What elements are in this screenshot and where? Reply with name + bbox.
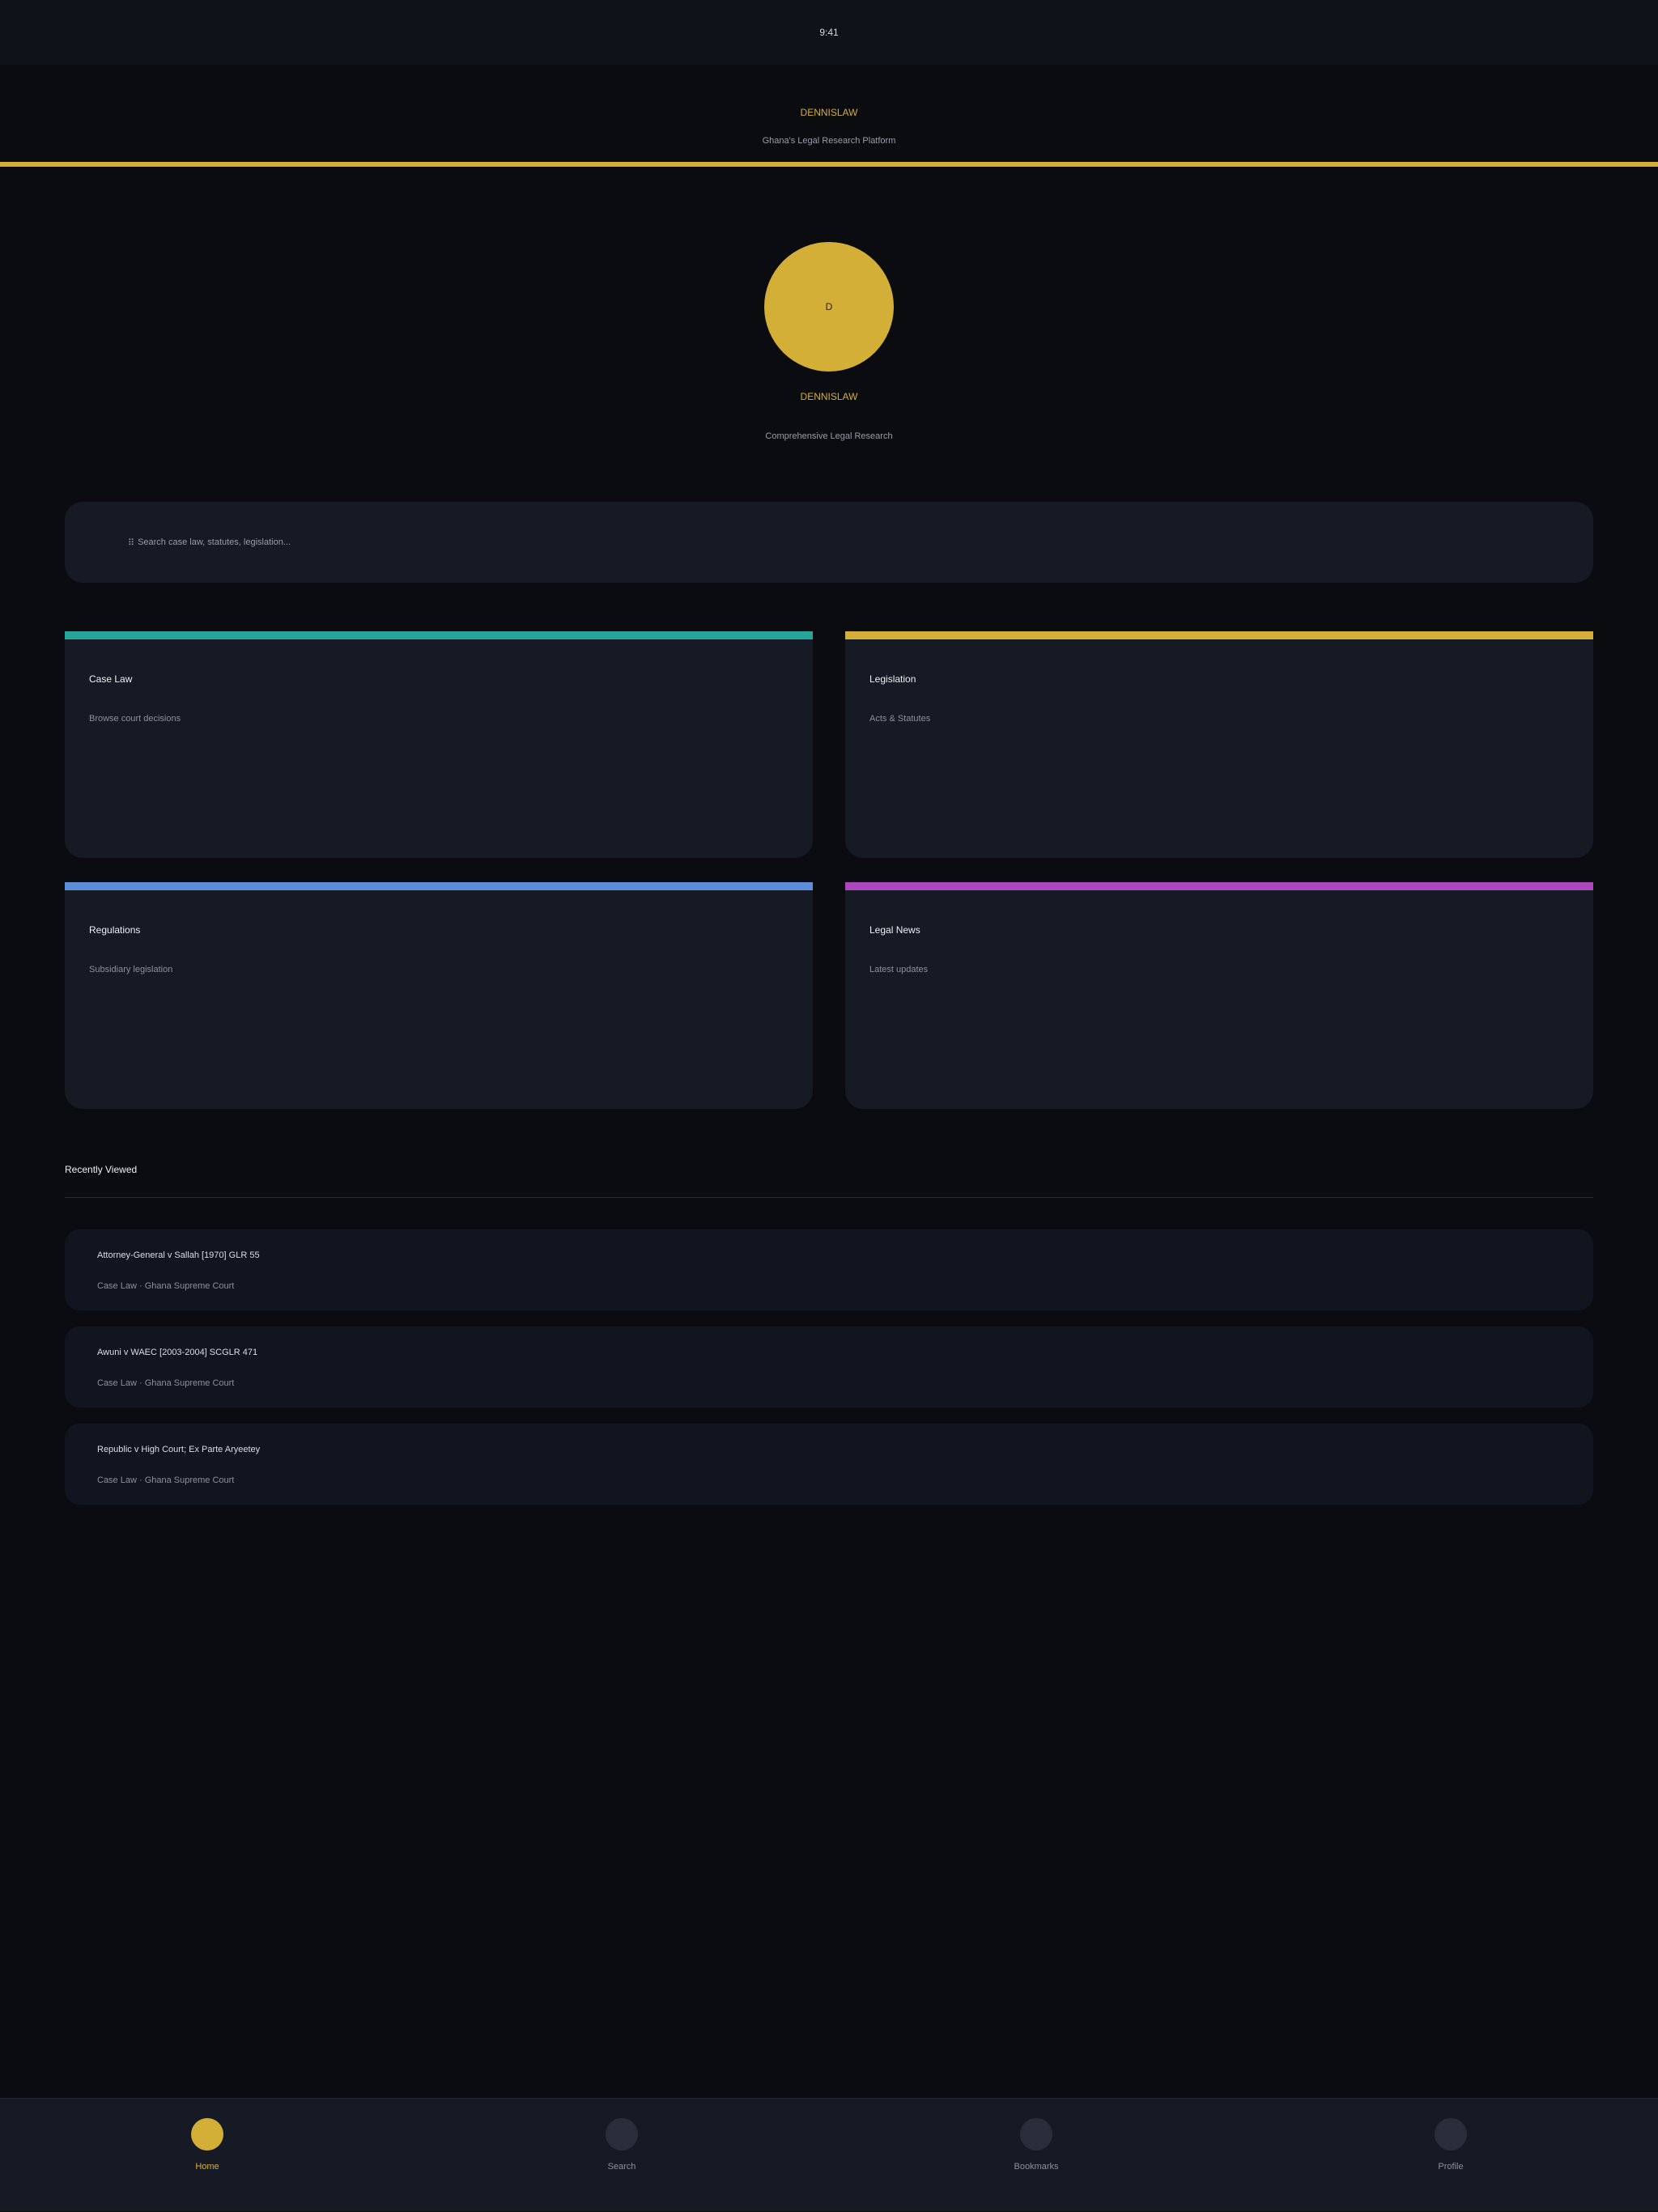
search-placeholder: Search case law, statutes, legislation..… (138, 537, 291, 547)
app-logo: D (764, 242, 894, 371)
tab-label: Profile (1438, 2162, 1464, 2172)
category-card-legislation[interactable]: Legislation Acts & Statutes (845, 631, 1593, 858)
card-accent-bar (65, 882, 813, 890)
tab-label: Search (607, 2162, 636, 2172)
category-card-case-law[interactable]: Case Law Browse court decisions (65, 631, 813, 858)
app-header: DENNISLAW Ghana's Legal Research Platfor… (0, 65, 1658, 162)
card-title: Legislation (869, 673, 916, 685)
tab-profile[interactable]: Profile (1370, 2099, 1532, 2212)
category-card-regulations[interactable]: Regulations Subsidiary legislation (65, 882, 813, 1109)
recent-item-title: Awuni v WAEC [2003-2004] SCGLR 471 (97, 1348, 258, 1357)
recently-viewed-title: Recently Viewed (65, 1164, 138, 1175)
header-divider (0, 162, 1658, 167)
tab-bookmarks[interactable]: Bookmarks (955, 2099, 1117, 2212)
profile-icon (1435, 2118, 1467, 2150)
card-description: Acts & Statutes (869, 714, 931, 724)
status-time: 9:41 (819, 27, 839, 38)
tab-label: Home (195, 2162, 219, 2172)
section-divider (65, 1197, 1593, 1198)
tab-search[interactable]: Search (541, 2099, 703, 2212)
recent-item-meta: Case Law · Ghana Supreme Court (97, 1281, 235, 1291)
recent-item-title: Republic v High Court; Ex Parte Aryeetey (97, 1445, 261, 1454)
header-subtitle: Ghana's Legal Research Platform (762, 136, 896, 146)
home-icon (191, 2118, 223, 2150)
card-accent-bar (845, 882, 1593, 890)
status-bar: 9:41 (0, 0, 1658, 65)
recent-item[interactable]: Attorney-General v Sallah [1970] GLR 55 … (65, 1229, 1593, 1310)
tab-home[interactable]: Home (126, 2099, 288, 2212)
card-title: Regulations (89, 924, 141, 936)
card-title: Legal News (869, 924, 920, 936)
card-title: Case Law (89, 673, 133, 685)
recent-item-meta: Case Law · Ghana Supreme Court (97, 1475, 235, 1485)
recent-item-meta: Case Law · Ghana Supreme Court (97, 1378, 235, 1388)
bookmark-icon (1020, 2118, 1052, 2150)
card-accent-bar (65, 631, 813, 639)
hero-subtitle: Comprehensive Legal Research (765, 431, 893, 441)
hero-title: DENNISLAW (800, 391, 858, 402)
category-card-legal-news[interactable]: Legal News Latest updates (845, 882, 1593, 1109)
recent-item[interactable]: Republic v High Court; Ex Parte Aryeetey… (65, 1424, 1593, 1505)
card-description: Subsidiary legislation (89, 965, 173, 974)
tab-label: Bookmarks (1014, 2162, 1059, 2172)
tab-bar: Home Search Bookmarks Profile (0, 2098, 1658, 2211)
recent-item-title: Attorney-General v Sallah [1970] GLR 55 (97, 1250, 260, 1260)
search-input[interactable]: ⠿ Search case law, statutes, legislation… (65, 502, 1593, 583)
recent-item[interactable]: Awuni v WAEC [2003-2004] SCGLR 471 Case … (65, 1327, 1593, 1407)
logo-letter: D (825, 301, 833, 312)
header-brand: DENNISLAW (800, 107, 858, 118)
card-description: Browse court decisions (89, 714, 181, 724)
card-description: Latest updates (869, 965, 929, 974)
search-tab-icon (606, 2118, 638, 2150)
search-icon: ⠿ (128, 537, 135, 548)
card-accent-bar (845, 631, 1593, 639)
